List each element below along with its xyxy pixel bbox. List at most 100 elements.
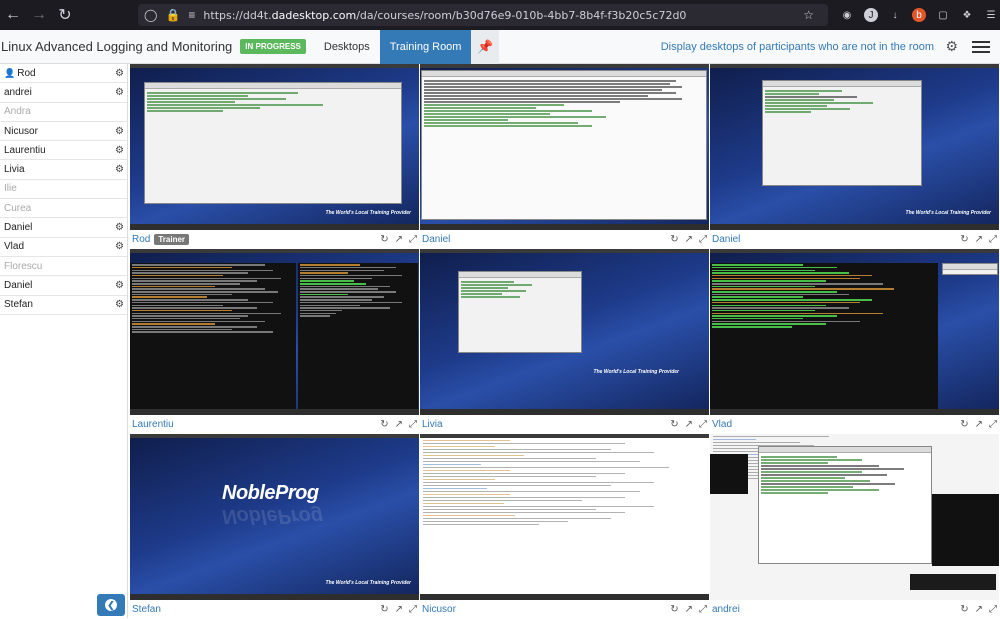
refresh-icon[interactable]: ↻ — [380, 234, 388, 245]
refresh-icon[interactable]: ↻ — [670, 234, 678, 245]
external-link-icon[interactable]: ↗ — [685, 234, 693, 245]
expand-icon[interactable]: ⤢ — [699, 604, 707, 615]
pin-icon[interactable]: 📌 — [471, 29, 500, 64]
participant-name: andrei — [4, 86, 32, 98]
refresh-icon[interactable]: ↻ — [670, 419, 678, 430]
participant-row[interactable]: Nicusor ⚙ — [0, 122, 127, 142]
external-link-icon[interactable]: ↗ — [975, 234, 983, 245]
desktop-grid: The World's Local Training Provider Rod … — [129, 64, 1000, 618]
course-title: Linux Advanced Logging and Monitoring — [1, 39, 233, 54]
participant-row[interactable]: Curea — [0, 199, 127, 219]
participant-row[interactable]: Daniel ⚙ — [0, 218, 127, 238]
gear-icon[interactable]: ⚙ — [115, 126, 124, 137]
desktop-screen[interactable] — [420, 64, 709, 230]
external-link-icon[interactable]: ↗ — [685, 604, 693, 615]
refresh-icon[interactable]: ↻ — [960, 419, 968, 430]
participant-name: Stefan — [4, 299, 33, 311]
refresh-icon[interactable]: ↻ — [670, 604, 678, 615]
desktop-screen[interactable] — [710, 434, 999, 600]
extensions-puzzle-icon[interactable]: ❖ — [960, 8, 974, 22]
participant-row[interactable]: Vlad ⚙ — [0, 238, 127, 257]
desktop-tagline: The World's Local Training Provider — [593, 369, 679, 375]
expand-icon[interactable]: ⤢ — [699, 419, 707, 430]
back-icon[interactable]: ← — [0, 0, 26, 30]
app-menu-icon[interactable]: ☰ — [984, 8, 998, 22]
external-link-icon[interactable]: ↗ — [975, 419, 983, 430]
tile-name[interactable]: Daniel — [712, 234, 740, 245]
tile-name[interactable]: Stefan — [132, 604, 161, 615]
desktop-screen[interactable]: The World's Local Training Provider — [420, 249, 709, 415]
display-absent-participants-link[interactable]: Display desktops of participants who are… — [661, 41, 934, 53]
desktop-tile: Nicusor ↻ ↗ ⤢ — [420, 434, 709, 619]
external-link-icon[interactable]: ↗ — [685, 419, 693, 430]
pocket-icon[interactable]: ◉ — [840, 8, 854, 22]
desktop-screen[interactable] — [130, 249, 419, 415]
gear-icon[interactable]: ⚙ — [115, 299, 124, 310]
participant-name: Ilie — [4, 183, 17, 195]
desktop-screen[interactable] — [420, 434, 709, 600]
downloads-icon[interactable]: ↓ — [888, 8, 902, 22]
desktop-screen[interactable]: The World's Local Training Provider — [130, 64, 419, 230]
tile-name[interactable]: Vlad — [712, 419, 732, 430]
participant-name: Rod — [17, 67, 36, 79]
expand-icon[interactable]: ⤢ — [989, 419, 997, 430]
collapse-sidebar-button[interactable]: ❮ — [97, 594, 125, 616]
participant-row[interactable]: Laurentiu ⚙ — [0, 141, 127, 161]
external-link-icon[interactable]: ↗ — [395, 234, 403, 245]
participant-row[interactable]: Livia ⚙ — [0, 160, 127, 180]
tile-name[interactable]: Rod — [132, 234, 150, 245]
tile-name[interactable]: Livia — [422, 419, 443, 430]
url-bar[interactable]: ◯ 🔒 ≡ https://dd4t.dadesktop.com/da/cour… — [138, 4, 828, 26]
participant-row[interactable]: Andra — [0, 103, 127, 122]
expand-icon[interactable]: ⤢ — [699, 234, 707, 245]
desktop-screen[interactable] — [710, 249, 999, 415]
account-icon[interactable]: J — [864, 8, 878, 22]
expand-icon[interactable]: ⤢ — [989, 604, 997, 615]
shield-icon: ◯ — [144, 8, 158, 22]
tab-desktops[interactable]: Desktops — [314, 30, 380, 64]
refresh-icon[interactable]: ↻ — [380, 419, 388, 430]
gear-icon[interactable]: ⚙ — [945, 38, 958, 55]
participant-row[interactable]: Florescu — [0, 257, 127, 277]
gear-icon[interactable]: ⚙ — [115, 87, 124, 98]
forward-icon[interactable]: → — [26, 0, 52, 30]
expand-icon[interactable]: ⤢ — [409, 419, 417, 430]
tile-name[interactable]: Laurentiu — [132, 419, 174, 430]
chevron-left-icon: ❮ — [105, 599, 117, 611]
tile-name[interactable]: andrei — [712, 604, 740, 615]
external-link-icon[interactable]: ↗ — [395, 419, 403, 430]
participant-row[interactable]: Stefan ⚙ — [0, 296, 127, 315]
refresh-icon[interactable]: ↻ — [380, 604, 388, 615]
gear-icon[interactable]: ⚙ — [115, 280, 124, 291]
participant-row[interactable]: Daniel ⚙ — [0, 276, 127, 296]
participant-name: Daniel — [4, 222, 33, 234]
gear-icon[interactable]: ⚙ — [115, 68, 124, 79]
tab-training-room[interactable]: Training Room — [379, 29, 472, 64]
reload-icon[interactable]: ↻ — [52, 0, 78, 30]
participant-row[interactable]: Ilie — [0, 180, 127, 200]
refresh-icon[interactable]: ↻ — [960, 234, 968, 245]
external-link-icon[interactable]: ↗ — [395, 604, 403, 615]
bookmark-star-icon[interactable]: ☆ — [803, 8, 814, 22]
external-link-icon[interactable]: ↗ — [975, 604, 983, 615]
gear-icon[interactable]: ⚙ — [115, 164, 124, 175]
desktop-screen[interactable]: NobleProg NobleProg The World's Local Tr… — [130, 434, 419, 600]
gear-icon[interactable]: ⚙ — [115, 241, 124, 252]
expand-icon[interactable]: ⤢ — [409, 604, 417, 615]
expand-icon[interactable]: ⤢ — [989, 234, 997, 245]
extension-icon[interactable]: b — [912, 8, 926, 22]
refresh-icon[interactable]: ↻ — [960, 604, 968, 615]
sidebar-icon[interactable]: ▢ — [936, 8, 950, 22]
tile-name[interactable]: Daniel — [422, 234, 450, 245]
desktop-screen[interactable]: The World's Local Training Provider — [710, 64, 999, 230]
expand-icon[interactable]: ⤢ — [409, 234, 417, 245]
nobleprog-logo: NobleProg — [222, 482, 319, 504]
participant-row[interactable]: 👤 Rod ⚙ — [0, 64, 127, 84]
nobleprog-logo-reflection: NobleProg — [222, 505, 324, 527]
permissions-icon: ≡ — [188, 8, 196, 22]
gear-icon[interactable]: ⚙ — [115, 145, 124, 156]
gear-icon[interactable]: ⚙ — [115, 222, 124, 233]
tile-name[interactable]: Nicusor — [422, 604, 456, 615]
participant-row[interactable]: andrei ⚙ — [0, 83, 127, 103]
hamburger-menu-icon[interactable] — [972, 38, 990, 56]
